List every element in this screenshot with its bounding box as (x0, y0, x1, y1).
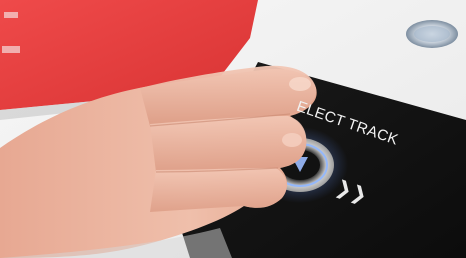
card-mark-2 (2, 46, 20, 53)
finger-ring (150, 168, 287, 212)
metal-knob-rim (414, 26, 450, 42)
scene-drawing (0, 0, 466, 258)
fingernail-2 (282, 133, 302, 147)
card-mark-1 (4, 12, 18, 18)
fingernail-1 (289, 77, 311, 91)
photo-scene: ELECT TRACK ❯❯ (0, 0, 466, 258)
